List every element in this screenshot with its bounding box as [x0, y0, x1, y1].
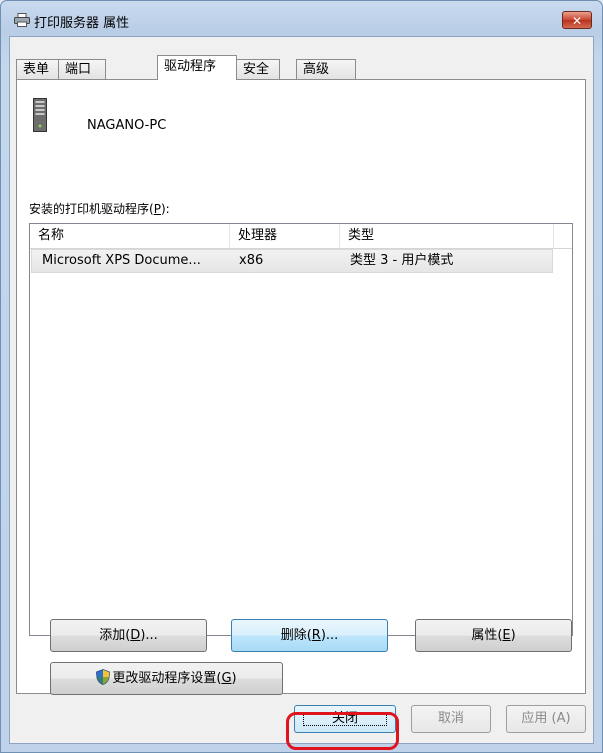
driver-type-cell: 类型 3 - 用户模式 — [350, 253, 454, 268]
server-tower-icon — [33, 98, 47, 132]
list-header: 名称 处理器 类型 — [30, 224, 572, 249]
drivers-list[interactable]: 名称 处理器 类型 Microsoft XPS Docume... x86 类型… — [29, 223, 573, 636]
close-window-button[interactable]: ✕ — [562, 11, 592, 29]
change-driver-settings-button[interactable]: 更改驱动程序设置(G) — [50, 662, 283, 695]
tab-advanced[interactable]: 高级 — [296, 59, 356, 79]
driver-name-cell: Microsoft XPS Docume... — [42, 253, 201, 268]
cancel-button[interactable]: 取消 — [411, 705, 491, 733]
driver-properties-button[interactable]: 属性(E) — [415, 619, 572, 652]
printer-icon — [14, 13, 30, 27]
server-name: NAGANO-PC — [87, 118, 167, 133]
tab-forms[interactable]: 表单 — [16, 59, 59, 79]
close-icon: ✕ — [571, 14, 583, 28]
tab-security[interactable]: 安全 — [236, 59, 280, 79]
table-row[interactable]: Microsoft XPS Docume... x86 类型 3 - 用户模式 — [31, 249, 553, 273]
dialog-window: 打印服务器 属性 ✕ 表单 端口 驱动程序 安全 高级 NAGANO-PC 安装… — [0, 0, 603, 753]
drivers-panel: NAGANO-PC 安装的打印机驱动程序(P): 名称 处理器 类型 Micro… — [16, 79, 586, 694]
annotation-highlight — [286, 712, 399, 750]
dialog-client-area: 表单 端口 驱动程序 安全 高级 NAGANO-PC 安装的打印机驱动程序(P)… — [9, 36, 594, 744]
title-bar[interactable]: 打印服务器 属性 ✕ — [1, 1, 602, 35]
tab-drivers[interactable]: 驱动程序 — [157, 55, 237, 80]
installed-drivers-label: 安装的打印机驱动程序(P): — [29, 202, 170, 216]
column-header-name[interactable]: 名称 — [30, 224, 230, 248]
apply-button[interactable]: 应用 (A) — [506, 705, 586, 733]
add-driver-button[interactable]: 添加(D)... — [50, 619, 207, 652]
window-title: 打印服务器 属性 — [34, 16, 130, 31]
tab-ports[interactable]: 端口 — [58, 59, 106, 79]
column-header-type[interactable]: 类型 — [340, 224, 554, 248]
remove-driver-button[interactable]: 删除(R)... — [231, 619, 388, 652]
column-header-processor[interactable]: 处理器 — [230, 224, 340, 248]
uac-shield-icon — [96, 669, 111, 685]
driver-processor-cell: x86 — [239, 253, 264, 268]
